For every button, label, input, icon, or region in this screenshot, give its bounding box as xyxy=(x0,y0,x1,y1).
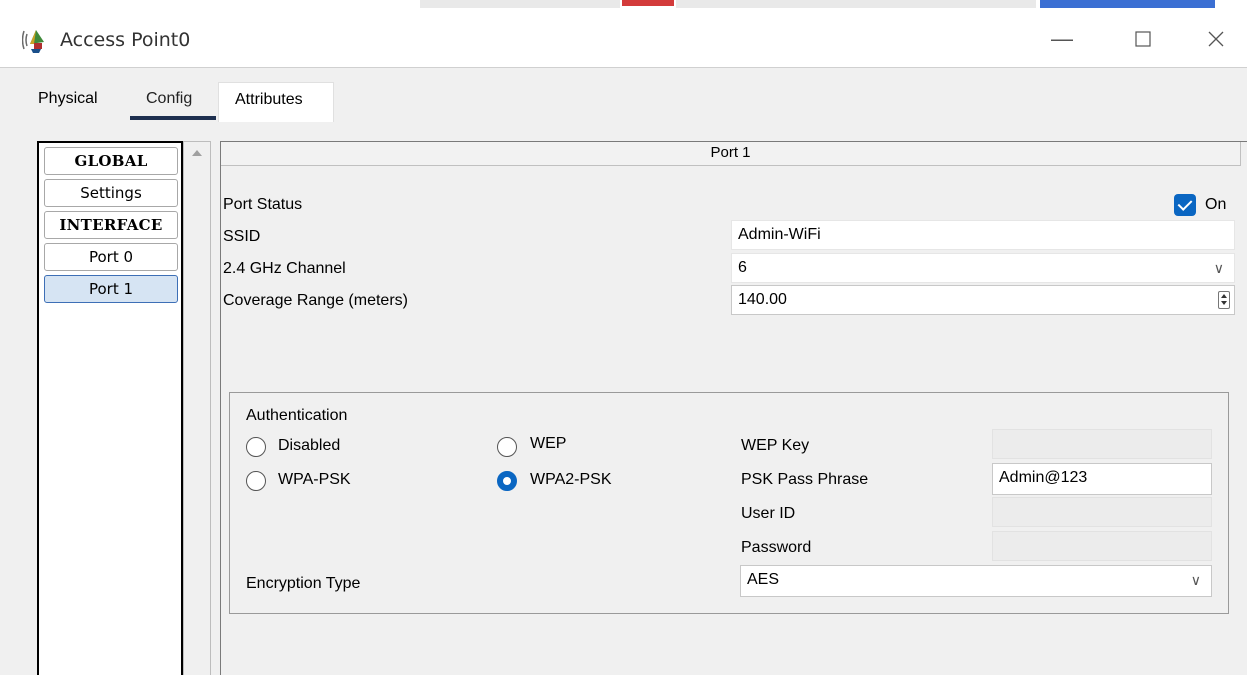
device-config-window: Physical Config Attributes GLOBAL Settin… xyxy=(0,68,1247,675)
sidebar-scrollbar[interactable] xyxy=(183,141,211,675)
sidebar-item-port-1[interactable]: Port 1 xyxy=(44,275,178,303)
port-status-checkbox[interactable] xyxy=(1174,194,1196,216)
authentication-group: Authentication Disabled WEP WPA-PSK WPA2… xyxy=(229,392,1229,614)
ssid-input[interactable]: Admin-WiFi xyxy=(731,220,1235,250)
encryption-type-value: AES xyxy=(747,571,780,588)
tab-physical[interactable]: Physical xyxy=(38,90,98,108)
encryption-type-select[interactable]: AES ∨ xyxy=(740,565,1212,597)
tab-attributes[interactable]: Attributes xyxy=(218,82,334,122)
user-id-input[interactable] xyxy=(992,497,1212,527)
user-id-label: User ID xyxy=(741,505,796,522)
authentication-title: Authentication xyxy=(246,407,348,424)
radio-disabled[interactable] xyxy=(246,437,266,457)
sidebar-item-port-0[interactable]: Port 0 xyxy=(44,243,178,271)
chevron-down-icon: ∨ xyxy=(1190,572,1201,588)
tab-config[interactable]: Config xyxy=(146,90,192,108)
wep-key-label: WEP Key xyxy=(741,437,810,454)
panel-title: Port 1 xyxy=(221,142,1241,166)
port-status-on-label: On xyxy=(1205,196,1227,213)
sidebar-item-settings[interactable]: Settings xyxy=(44,179,178,207)
maximize-icon xyxy=(1135,31,1151,47)
channel-select[interactable]: 6 ∨ xyxy=(731,253,1235,283)
access-point-icon xyxy=(22,30,44,53)
channel-value: 6 xyxy=(738,259,747,276)
chevron-down-icon: ∨ xyxy=(1213,260,1224,276)
radio-wpa2-psk[interactable] xyxy=(497,471,517,491)
title-bar: Access Point0 — xyxy=(0,12,1247,68)
active-tab-indicator xyxy=(130,116,216,120)
coverage-value: 140.00 xyxy=(738,291,787,308)
radio-disabled-label: Disabled xyxy=(278,437,341,454)
sidebar: GLOBAL Settings INTERFACE Port 0 Port 1 xyxy=(37,141,183,675)
coverage-label: Coverage Range (meters) xyxy=(223,292,408,309)
psk-input[interactable]: Admin@123 xyxy=(992,463,1212,495)
radio-wpa-psk[interactable] xyxy=(246,471,266,491)
close-icon xyxy=(1208,31,1224,47)
radio-wep[interactable] xyxy=(497,437,517,457)
close-button[interactable] xyxy=(1196,24,1236,54)
psk-label: PSK Pass Phrase xyxy=(741,471,869,488)
coverage-spinner[interactable]: 140.00 xyxy=(731,285,1235,315)
spinner-arrows-icon[interactable] xyxy=(1218,291,1230,309)
encryption-type-label: Encryption Type xyxy=(246,575,361,592)
scroll-up-icon[interactable] xyxy=(192,150,202,156)
wep-key-input[interactable] xyxy=(992,429,1212,459)
maximize-button[interactable] xyxy=(1123,24,1163,54)
radio-wpa2-psk-label: WPA2-PSK xyxy=(530,471,612,488)
radio-wpa-psk-label: WPA-PSK xyxy=(278,471,351,488)
background-window-strip xyxy=(0,0,1247,12)
port-status-label: Port Status xyxy=(223,196,303,213)
radio-wep-label: WEP xyxy=(530,435,567,452)
port-config-panel: Port 1 Port Status On SSID Admin-WiFi 2.… xyxy=(220,141,1247,675)
password-input[interactable] xyxy=(992,531,1212,561)
channel-label: 2.4 GHz Channel xyxy=(223,260,346,277)
minimize-button[interactable]: — xyxy=(1042,24,1082,54)
window-title: Access Point0 xyxy=(60,29,191,51)
ssid-label: SSID xyxy=(223,228,261,245)
sidebar-item-interface[interactable]: INTERFACE xyxy=(44,211,178,239)
sidebar-item-global[interactable]: GLOBAL xyxy=(44,147,178,175)
password-label: Password xyxy=(741,539,812,556)
